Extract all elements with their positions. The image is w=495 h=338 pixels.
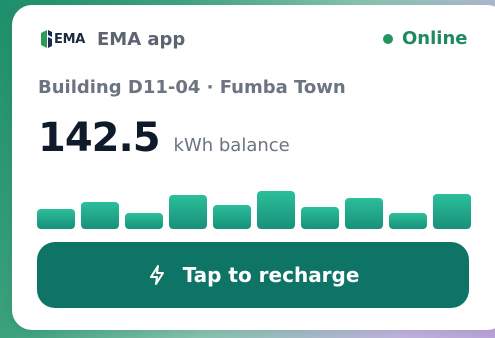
ema-logo: EMA (38, 27, 85, 51)
balance-unit-label: kWh balance (173, 135, 290, 156)
usage-bar (257, 191, 295, 229)
usage-bar (389, 213, 427, 229)
ema-logo-icon (41, 30, 52, 48)
balance-value: 142.5 (38, 115, 161, 161)
app-name: EMA app (96, 28, 186, 50)
location-label: Building D11-04 · Fumba Town (38, 77, 346, 98)
usage-bar (433, 194, 471, 229)
usage-bar (169, 195, 207, 229)
usage-bar (213, 205, 251, 229)
status-label: Online (402, 28, 468, 49)
recharge-button[interactable]: Tap to recharge (37, 242, 469, 308)
lightning-bolt-icon (147, 264, 167, 286)
usage-bar (125, 213, 163, 229)
usage-bar-chart (37, 185, 471, 229)
energy-card: EMA EMA app Online Building D11-04 · Fum… (12, 5, 495, 330)
status-indicator: Online (383, 28, 467, 49)
usage-bar (37, 209, 75, 229)
usage-bar (301, 207, 339, 229)
card-header: EMA EMA app (38, 27, 185, 51)
usage-bar (345, 198, 383, 229)
online-dot-icon (383, 33, 393, 44)
recharge-label: Tap to recharge (182, 263, 360, 287)
usage-bar (81, 202, 119, 229)
balance-row: 142.5 kWh balance (38, 115, 290, 161)
logo-text: EMA (54, 31, 85, 47)
